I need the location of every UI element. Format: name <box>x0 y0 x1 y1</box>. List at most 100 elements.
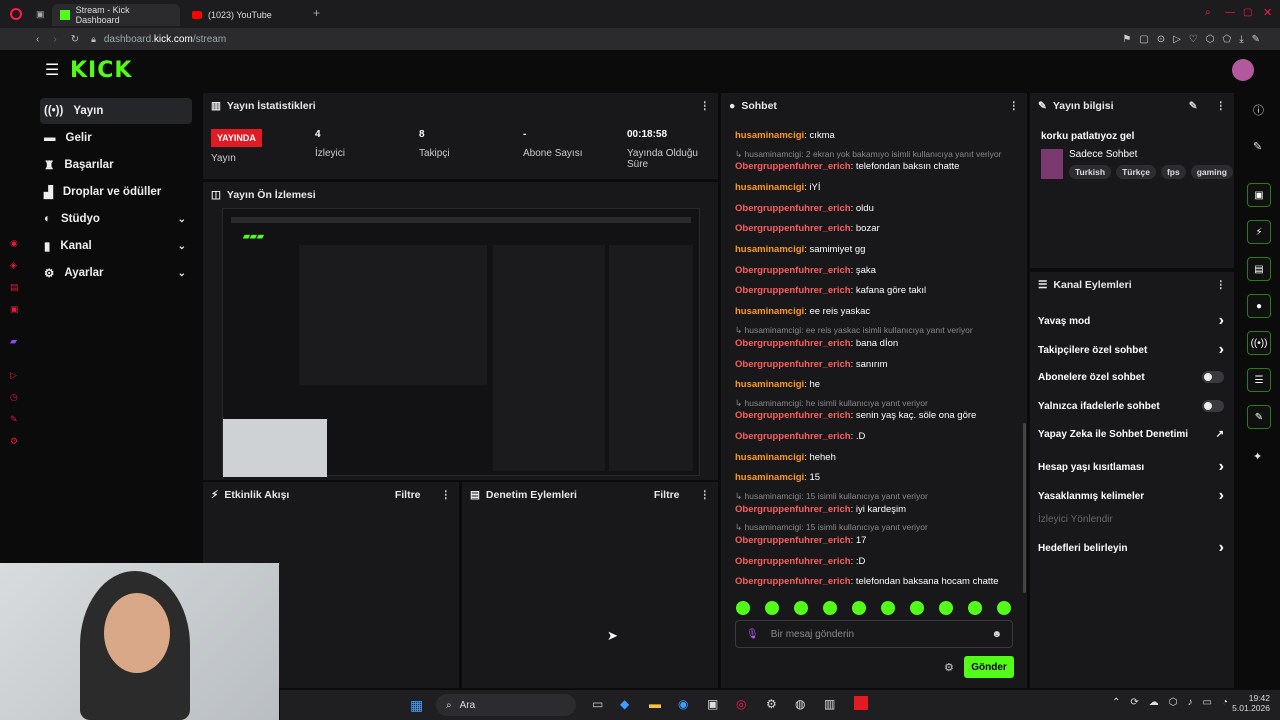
chat-username[interactable]: husaminamcigi <box>735 472 804 483</box>
app-icon-4[interactable]: ▣ <box>10 304 19 315</box>
chat-reply-context[interactable]: ↳ husaminamcigi: 15 isimli kullanıcıya y… <box>735 491 928 502</box>
emote-icon[interactable] <box>910 601 924 615</box>
chat-message[interactable]: husaminamcigi: ee reis yaskac <box>735 306 870 317</box>
rail-more-icon[interactable]: ✦ <box>1253 450 1262 463</box>
chat-message[interactable]: husaminamcigi: samimiyet gg <box>735 244 865 255</box>
tag[interactable]: fps <box>1160 165 1186 179</box>
toggle-switch[interactable] <box>1202 371 1224 383</box>
edge-icon[interactable]: ◉ <box>678 697 688 711</box>
emote-icon[interactable] <box>736 601 750 615</box>
tab-youtube[interactable]: (1023) YouTube <box>184 4 312 26</box>
channel-action-item[interactable]: Yapay Zeka ile Sohbet Denetimi ↗ <box>1038 429 1224 440</box>
chat-username[interactable]: Obergruppenfuhrer_erich <box>735 576 851 587</box>
chat-message[interactable]: Obergruppenfuhrer_erich: telefondan baks… <box>735 576 999 587</box>
opera-gx-icon[interactable]: ◎ <box>736 697 746 711</box>
task-view-icon[interactable]: ▭ <box>592 697 603 711</box>
rail-button-actions[interactable]: ☰ <box>1247 368 1271 392</box>
app-taskbar-icon[interactable]: ▥ <box>824 697 835 711</box>
rail-button-logs[interactable]: ▤ <box>1247 257 1271 281</box>
chat-input[interactable]: 🎙︎ Bir mesaj gönderin ☻ <box>735 620 1013 648</box>
filter-button[interactable]: Filtre <box>395 489 421 501</box>
chat-username[interactable]: husaminamcigi <box>735 244 804 255</box>
kick-logo[interactable]: KICK <box>70 58 132 83</box>
reload-icon[interactable]: ↻ <box>71 34 79 45</box>
chat-message[interactable]: Obergruppenfuhrer_erich: kafana göre tak… <box>735 285 926 296</box>
chat-message[interactable]: Obergruppenfuhrer_erich: .D <box>735 431 865 442</box>
chat-message[interactable]: Obergruppenfuhrer_erich: senin yaş kaç. … <box>735 410 976 421</box>
chat-username[interactable]: Obergruppenfuhrer_erich <box>735 359 851 370</box>
back-icon[interactable]: ‹ <box>36 34 39 45</box>
more-options-icon[interactable]: ⋮ <box>1216 100 1227 112</box>
channel-action-item[interactable]: Yalnızca ifadelerle sohbet <box>1038 400 1224 412</box>
chat-message[interactable]: husaminamcigi: cıkma <box>735 130 835 141</box>
chat-message[interactable]: Obergruppenfuhrer_erich: bana dİon <box>735 338 898 349</box>
chat-username[interactable]: Obergruppenfuhrer_erich <box>735 223 851 234</box>
chat-username[interactable]: Obergruppenfuhrer_erich <box>735 338 851 349</box>
chat-message[interactable]: Obergruppenfuhrer_erich: telefondan baks… <box>735 161 959 172</box>
file-explorer-icon[interactable]: ▬ <box>649 697 661 711</box>
chat-reply-context[interactable]: ↳ husaminamcigi: 15 isimli kullanıcıya y… <box>735 522 928 533</box>
settings-icon[interactable]: ⚙ <box>10 436 18 447</box>
emote-icon[interactable] <box>794 601 808 615</box>
sidebar-item-droplar[interactable]: ▟ Droplar ve ödüller <box>40 179 192 205</box>
emoji-icon[interactable]: ☻ <box>991 629 1002 640</box>
chat-message[interactable]: Obergruppenfuhrer_erich: şaka <box>735 265 876 276</box>
chat-reply-context[interactable]: ↳ husaminamcigi: he isimli kullanıcıya y… <box>735 398 928 409</box>
sidebar-item-studyo[interactable]: ◐ Stüdyo ⌄ <box>40 206 192 232</box>
chat-username[interactable]: husaminamcigi <box>735 182 804 193</box>
more-options-icon[interactable]: ⋮ <box>1009 100 1020 112</box>
chat-message[interactable]: Obergruppenfuhrer_erich: 17 <box>735 535 866 546</box>
chat-username[interactable]: husaminamcigi <box>735 379 804 390</box>
rail-button-activity[interactable]: ⚡︎ <box>1247 220 1271 244</box>
workspace-icon[interactable]: ▣ <box>36 9 45 20</box>
chat-message[interactable]: Obergruppenfuhrer_erich: sanırım <box>735 359 888 370</box>
channel-action-item[interactable]: Abonelere özel sohbet <box>1038 371 1224 383</box>
chat-username[interactable]: Obergruppenfuhrer_erich <box>735 265 851 276</box>
rail-button-chat[interactable]: ● <box>1247 294 1271 318</box>
rail-button-broadcast[interactable]: ((•)) <box>1247 331 1271 355</box>
filter-button[interactable]: Filtre <box>654 489 680 501</box>
chat-username[interactable]: Obergruppenfuhrer_erich <box>735 535 851 546</box>
chat-message[interactable]: Obergruppenfuhrer_erich: oldu <box>735 203 874 214</box>
rail-button-layout[interactable]: ▣ <box>1247 183 1271 207</box>
emote-icon[interactable] <box>823 601 837 615</box>
forward-icon[interactable]: › <box>53 34 56 45</box>
opera-icon[interactable] <box>10 8 22 20</box>
channel-action-item[interactable]: Hedefleri belirleyin › <box>1038 539 1224 557</box>
tab-kick-dashboard[interactable]: Stream - Kick Dashboard <box>52 4 180 26</box>
taskbar-search[interactable]: ⌕ Ara <box>436 694 576 716</box>
chat-message[interactable]: Obergruppenfuhrer_erich: bozar <box>735 223 880 234</box>
chat-username[interactable]: Obergruppenfuhrer_erich <box>735 431 851 442</box>
rail-button-settings[interactable]: ✎ <box>1247 405 1271 429</box>
history-icon[interactable]: ◷ <box>10 392 18 403</box>
chat-reply-context[interactable]: ↳ husaminamcigi: ee reis yaskac isimli k… <box>735 325 973 336</box>
channel-action-item[interactable]: Takipçilere özel sohbet › <box>1038 341 1224 359</box>
tag[interactable]: Turkish <box>1069 165 1112 179</box>
app-icon-5[interactable]: ▷ <box>10 370 17 381</box>
sidebar-item-kanal[interactable]: ▮ Kanal ⌄ <box>40 233 192 259</box>
toggle-switch[interactable] <box>1202 400 1224 412</box>
emote-icon[interactable] <box>852 601 866 615</box>
new-tab-button[interactable]: + <box>313 6 320 20</box>
app-icon-3[interactable]: ▤ <box>10 282 19 293</box>
obs-icon[interactable]: ◍ <box>795 697 805 711</box>
stream-preview-video[interactable]: ▰▰▰ <box>222 208 700 477</box>
chat-reply-context[interactable]: ↳ husaminamcigi: 2 ekran yok bakamıyo is… <box>735 149 1001 160</box>
copilot-icon[interactable]: ◆ <box>620 697 629 711</box>
store-icon[interactable]: ▣ <box>707 697 718 711</box>
channel-action-item[interactable]: Yavaş mod › <box>1038 312 1224 330</box>
sidebar-item-ayarlar[interactable]: ⚙ Ayarlar ⌄ <box>40 260 192 286</box>
chat-message[interactable]: husaminamcigi: heheh <box>735 452 836 463</box>
steam-icon[interactable]: ⚙ <box>766 697 777 711</box>
chat-username[interactable]: Obergruppenfuhrer_erich <box>735 161 851 172</box>
info-icon[interactable]: ⓘ <box>1253 102 1264 118</box>
more-options-icon[interactable]: ⋮ <box>700 489 711 501</box>
chat-scrollbar[interactable] <box>1023 423 1026 593</box>
chat-username[interactable]: husaminamcigi <box>735 452 804 463</box>
chat-message[interactable]: husaminamcigi: iYİ <box>735 182 821 193</box>
maximize-button[interactable]: ▢ <box>1243 7 1252 18</box>
channel-action-item[interactable]: Hesap yaşı kısıtlaması › <box>1038 458 1224 476</box>
chat-username[interactable]: Obergruppenfuhrer_erich <box>735 203 851 214</box>
hamburger-menu-icon[interactable]: ☰ <box>45 60 59 80</box>
app-icon-1[interactable]: ◉ <box>10 238 18 249</box>
